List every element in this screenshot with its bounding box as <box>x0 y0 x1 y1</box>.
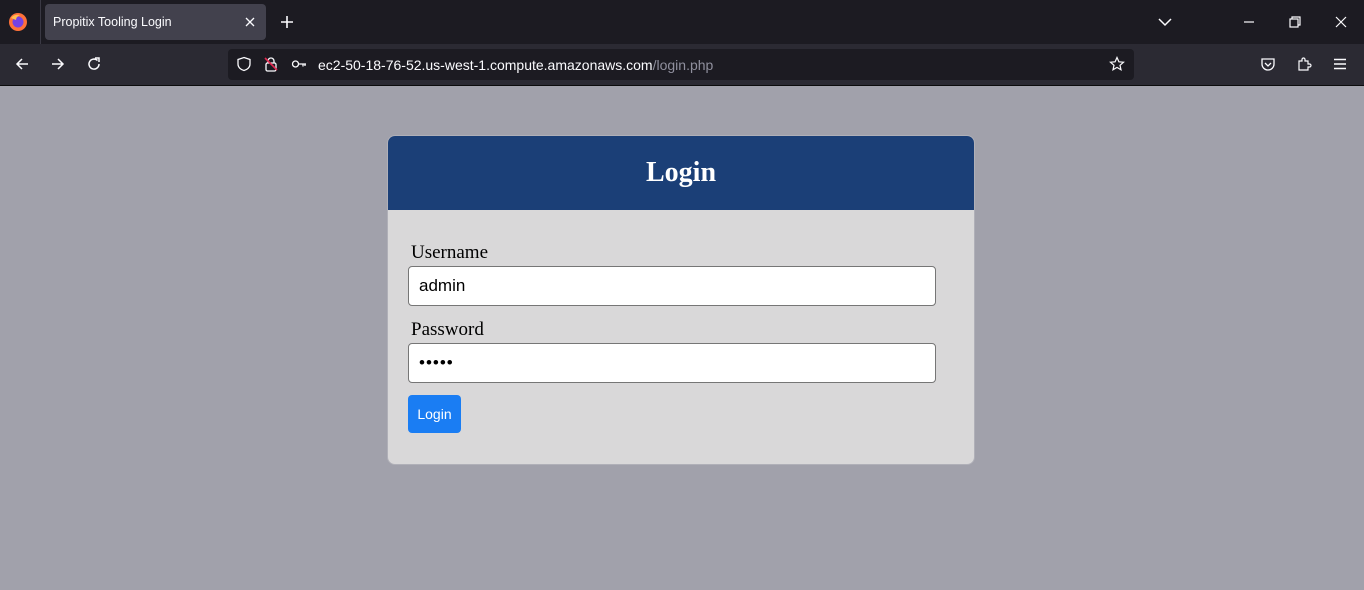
url-host: ec2-50-18-76-52.us-west-1.compute.amazon… <box>318 57 653 73</box>
pocket-icon[interactable] <box>1260 56 1276 72</box>
url-bar[interactable]: ec2-50-18-76-52.us-west-1.compute.amazon… <box>228 49 1134 80</box>
username-label: Username <box>411 242 489 263</box>
star-icon[interactable] <box>1109 56 1125 72</box>
plus-icon[interactable] <box>279 14 295 30</box>
login-card: Login Username Password ••••• Login <box>387 135 975 465</box>
navigation-bar: ec2-50-18-76-52.us-west-1.compute.amazon… <box>0 44 1364 86</box>
key-icon[interactable] <box>291 56 307 72</box>
username-field[interactable] <box>408 266 936 306</box>
tab-separator <box>40 0 41 44</box>
page-title: Login <box>645 157 717 188</box>
hamburger-menu-icon[interactable] <box>1332 56 1348 72</box>
browser-tab-active[interactable]: Propitix Tooling Login <box>45 4 266 40</box>
url-path: /login.php <box>652 57 714 73</box>
login-card-header: Login <box>388 136 974 210</box>
shield-icon[interactable] <box>236 56 252 72</box>
tab-strip: Propitix Tooling Login <box>0 0 1364 44</box>
minimize-icon[interactable] <box>1241 14 1257 30</box>
tab-title: Propitix Tooling Login <box>53 15 172 29</box>
login-button[interactable]: Login <box>408 395 461 433</box>
reload-icon[interactable] <box>86 56 102 72</box>
password-label: Password <box>411 319 484 340</box>
chevron-down-icon[interactable] <box>1157 14 1173 30</box>
back-arrow-icon[interactable] <box>14 56 30 72</box>
puzzle-icon[interactable] <box>1296 56 1312 72</box>
password-field[interactable]: ••••• <box>408 343 936 383</box>
close-icon[interactable] <box>242 14 258 30</box>
firefox-logo[interactable] <box>8 12 28 32</box>
url-text[interactable]: ec2-50-18-76-52.us-west-1.compute.amazon… <box>318 57 713 73</box>
restore-icon[interactable] <box>1287 14 1303 30</box>
forward-arrow-icon[interactable] <box>50 56 66 72</box>
close-icon[interactable] <box>1333 14 1349 30</box>
insecure-lock-icon[interactable] <box>263 56 279 72</box>
